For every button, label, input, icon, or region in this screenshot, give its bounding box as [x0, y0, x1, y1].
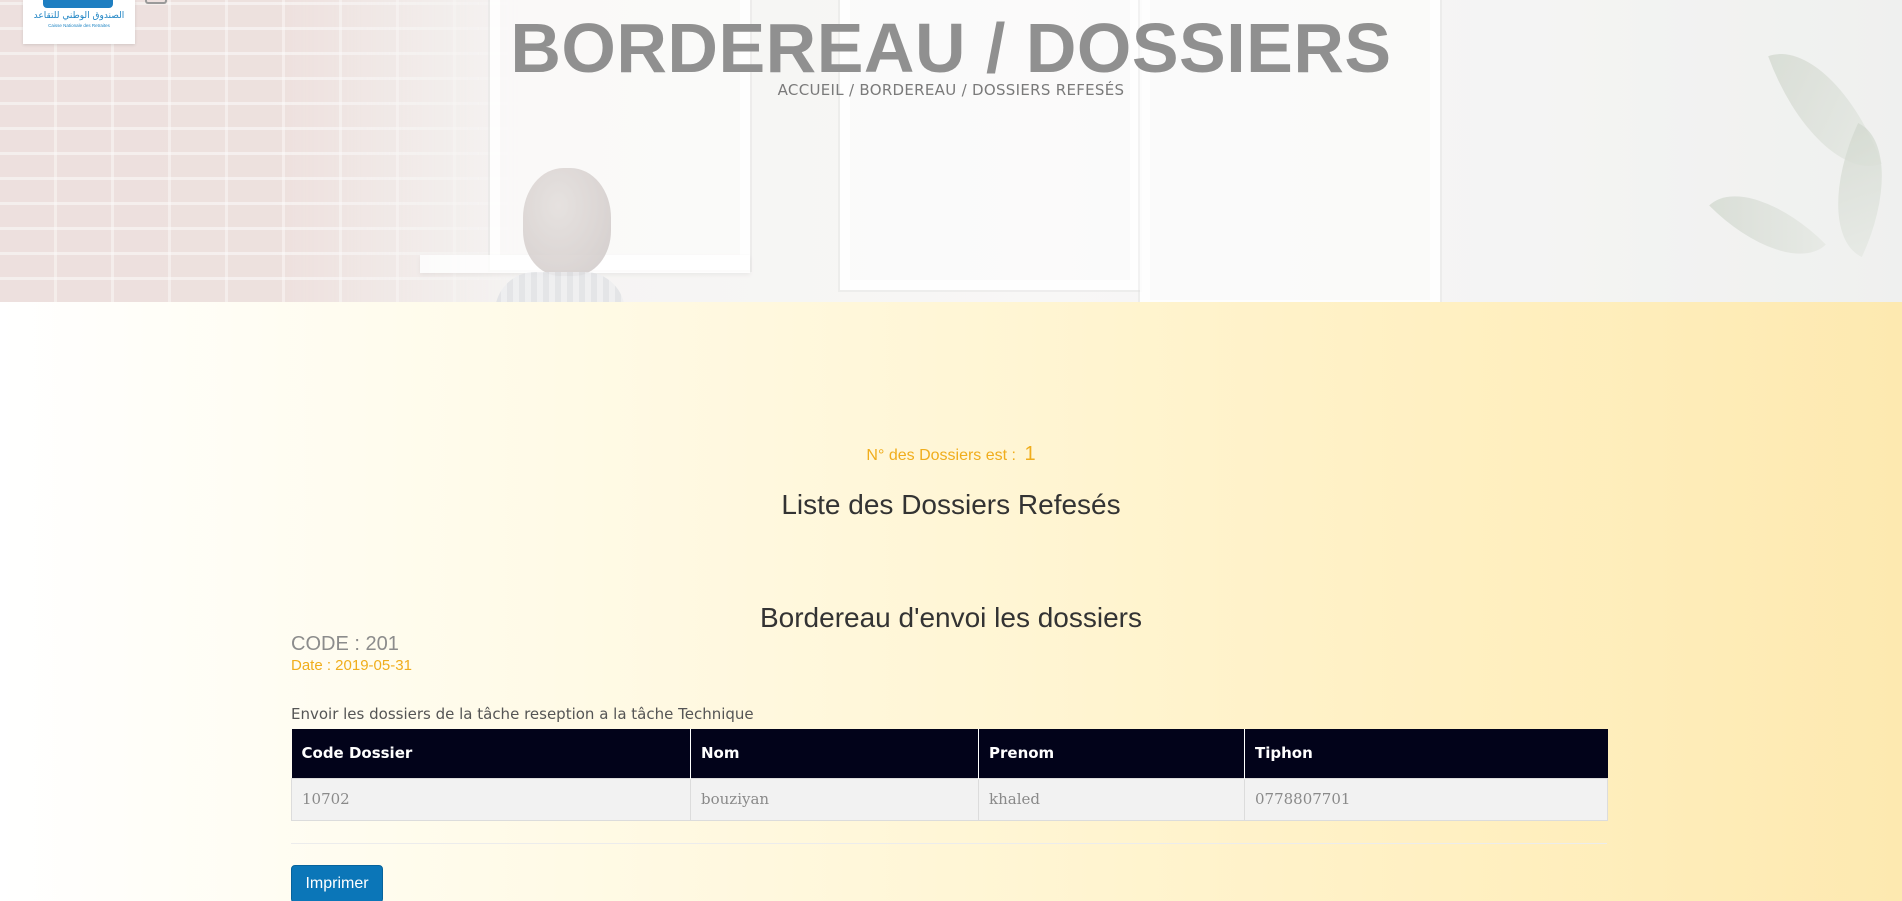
main-content: N° des Dossiers est : 1 Liste des Dossie… [0, 302, 1902, 901]
column-header-tiphon[interactable]: Tiphon [1244, 729, 1608, 778]
dossiers-table: Code Dossier Nom Prenom Tiphon 10702 bou… [291, 729, 1608, 821]
cell-nom: bouziyan [690, 777, 979, 821]
breadcrumb: ACCUEIL / BORDEREAU / DOSSIERS REFESÉS [777, 81, 1125, 99]
column-header-prenom[interactable]: Prenom [978, 729, 1245, 778]
bordereau-description: Envoir les dossiers de la tâche reseptio… [291, 705, 754, 723]
table-header-row: Code Dossier Nom Prenom Tiphon [291, 729, 1608, 778]
column-header-nom[interactable]: Nom [690, 729, 979, 778]
section-divider [291, 843, 1607, 844]
column-header-code-dossier[interactable]: Code Dossier [291, 729, 691, 778]
dossier-count: N° des Dossiers est : 1 [0, 443, 1902, 466]
menu-toggle-icon[interactable] [145, 0, 167, 4]
dossiers-table-container: Code Dossier Nom Prenom Tiphon 10702 bou… [291, 729, 1608, 821]
bordereau-date: Date : 2019-05-31 [291, 657, 412, 674]
bordereau-code: CODE : 201 [291, 633, 399, 655]
bordereau-title: Bordereau d'envoi les dossiers [759, 602, 1142, 633]
cell-code-dossier: 10702 [291, 777, 691, 821]
hero-banner: الصندوق الوطني للتقاعد Caisse Nationale … [0, 0, 1902, 302]
dossier-count-label: N° des Dossiers est : [866, 447, 1016, 464]
print-button[interactable]: Imprimer [291, 865, 383, 901]
list-title: Liste des Dossiers Refesés [781, 489, 1121, 520]
cell-tiphon: 0778807701 [1244, 777, 1608, 821]
page-title: BORDEREAU / DOSSIERS [510, 9, 1392, 87]
cell-prenom: khaled [978, 777, 1245, 821]
dossier-count-value: 1 [1024, 443, 1036, 465]
table-row[interactable]: 10702 bouziyan khaled 0778807701 [291, 777, 1608, 821]
